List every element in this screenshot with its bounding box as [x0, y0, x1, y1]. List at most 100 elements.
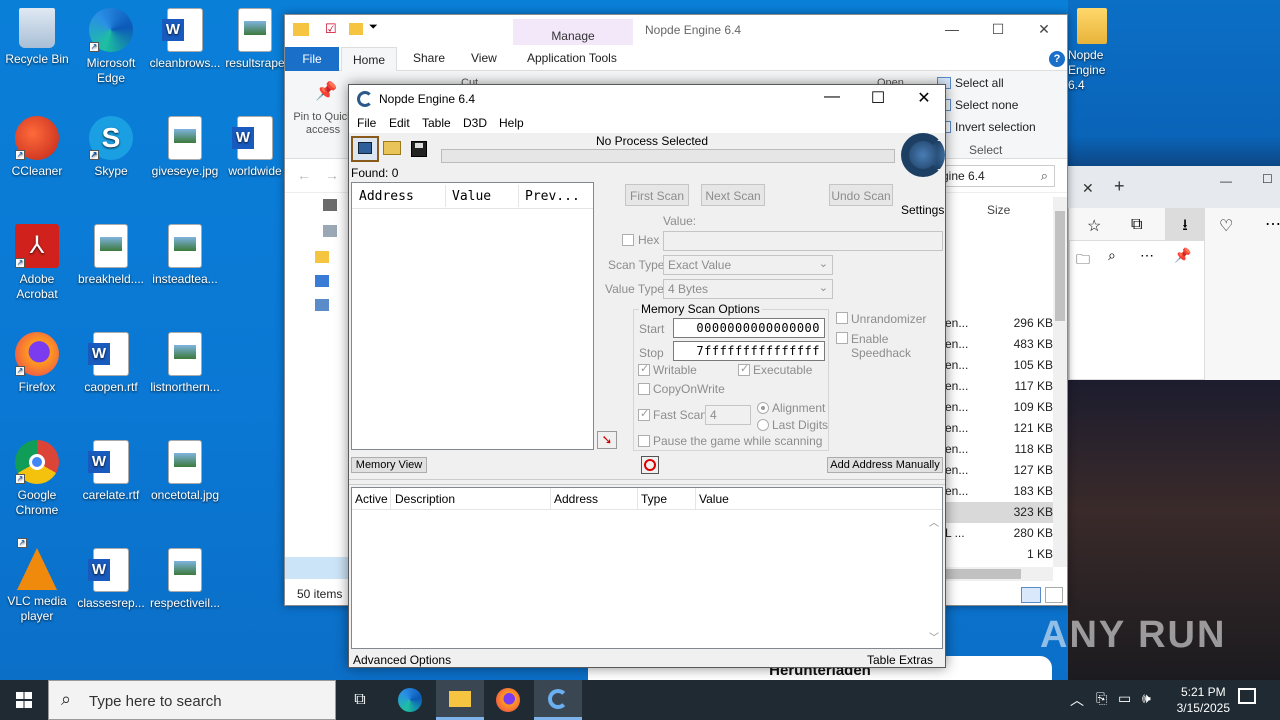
unrandomizer-checkbox[interactable]: [836, 312, 848, 324]
desktop-icon-recycle-bin[interactable]: Recycle Bin: [0, 8, 74, 67]
fast-scan-input[interactable]: 4: [705, 405, 751, 425]
minimize-button[interactable]: —: [929, 21, 975, 37]
desktop-icon-nopde-folder[interactable]: Nopde Engine 6.4: [1062, 8, 1122, 93]
pause-game-checkbox[interactable]: [638, 435, 650, 447]
help-icon[interactable]: ?: [1049, 51, 1065, 67]
minimize-button[interactable]: —: [809, 88, 855, 106]
advanced-options-link[interactable]: Advanced Options: [353, 653, 451, 667]
display-icon[interactable]: ▭: [1118, 690, 1131, 707]
menu-help[interactable]: Help: [499, 116, 524, 130]
add-to-list-button[interactable]: ➘: [597, 431, 617, 449]
file-row[interactable]: en... 109 KB: [945, 397, 1055, 418]
menu-edit[interactable]: Edit: [389, 116, 410, 130]
desktop-icon-ccleaner[interactable]: ↗ CCleaner: [0, 116, 74, 179]
tab-share[interactable]: Share: [413, 51, 445, 65]
tab-view[interactable]: View: [471, 51, 497, 65]
menu-table[interactable]: Table: [422, 116, 451, 130]
desktop-icon-insteadtea[interactable]: insteadtea...: [148, 224, 222, 287]
maximize-icon[interactable]: ☐: [1262, 172, 1273, 186]
select-none-button[interactable]: Select none: [955, 98, 1018, 112]
scrollbar-thumb[interactable]: [1055, 211, 1065, 321]
network-icon[interactable]: ⎘: [1096, 690, 1107, 707]
chevron-up-icon[interactable]: ︿: [1070, 690, 1084, 710]
size-column-header[interactable]: Size: [987, 203, 1010, 217]
details-view-icon[interactable]: [1021, 587, 1041, 603]
save-icon[interactable]: [411, 141, 427, 157]
taskbar-nopde-engine[interactable]: [534, 680, 582, 720]
scroll-down-icon[interactable]: ﹀: [929, 629, 939, 644]
file-row[interactable]: en... 118 KB: [945, 439, 1055, 460]
more-icon[interactable]: ⋯: [1265, 214, 1280, 234]
desktop-icon-edge[interactable]: ↗ Microsoft Edge: [74, 8, 148, 86]
speedhack-checkbox[interactable]: [836, 332, 848, 344]
col-previous[interactable]: Prev...: [525, 189, 580, 204]
hex-checkbox[interactable]: [622, 234, 634, 246]
desktop-icon-respectiveil[interactable]: respectiveil...: [148, 548, 222, 611]
invert-selection-button[interactable]: Invert selection: [955, 120, 1036, 134]
undo-scan-button[interactable]: Undo Scan: [829, 184, 893, 206]
vertical-scrollbar[interactable]: [1053, 197, 1067, 567]
desktop-icon-google-chrome[interactable]: ↗ Google Chrome: [0, 440, 74, 518]
stop-address-input[interactable]: 7fffffffffffffff: [673, 341, 825, 361]
col-value[interactable]: Value: [699, 492, 729, 506]
horizontal-scrollbar[interactable]: [945, 567, 1053, 581]
new-tab-icon[interactable]: +: [1114, 176, 1125, 197]
chevron-down-icon[interactable]: ⏷: [369, 21, 378, 34]
found-list[interactable]: Address Value Prev...: [351, 182, 594, 450]
col-address[interactable]: Address: [359, 189, 414, 204]
desktop-icon-caopen[interactable]: W caopen.rtf: [74, 332, 148, 395]
desktop-icon-skype[interactable]: S ↗ Skype: [74, 116, 148, 179]
close-button[interactable]: ✕: [901, 88, 947, 108]
col-active[interactable]: Active: [355, 492, 388, 506]
ce-logo[interactable]: Settings: [899, 133, 945, 217]
file-row[interactable]: en... 105 KB: [945, 355, 1055, 376]
pin-icon[interactable]: 📌: [315, 81, 337, 102]
next-scan-button[interactable]: Next Scan: [701, 184, 765, 206]
file-row[interactable]: en... 121 KB: [945, 418, 1055, 439]
memory-view-button[interactable]: Memory View: [351, 457, 427, 473]
large-icons-view-icon[interactable]: [1045, 587, 1063, 603]
desktop-icon-resultsrape[interactable]: resultsrape: [222, 8, 288, 71]
close-button[interactable]: ✕: [1021, 21, 1067, 38]
executable-checkbox[interactable]: [738, 362, 750, 376]
add-address-manually-button[interactable]: Add Address Manually: [827, 457, 943, 473]
desktop-icon-adobe-acrobat[interactable]: ⅄ ↗ Adobe Acrobat: [0, 224, 74, 302]
file-row[interactable]: 323 KB: [945, 502, 1055, 523]
notification-icon[interactable]: [1238, 688, 1256, 704]
minimize-icon[interactable]: —: [1220, 174, 1232, 188]
col-type[interactable]: Type: [641, 492, 667, 506]
taskbar-firefox[interactable]: [484, 680, 532, 720]
desktop-icon-breakheld[interactable]: breakheld....: [74, 224, 148, 287]
stop-icon[interactable]: [641, 456, 659, 474]
desktop-icon-carelate[interactable]: W carelate.rtf: [74, 440, 148, 503]
pin-icon[interactable]: 📌: [1174, 247, 1191, 264]
task-view-button[interactable]: ⧉: [336, 680, 384, 720]
desktop-icon-cleanbrows[interactable]: W cleanbrows...: [148, 8, 222, 71]
desktop-icon-vlc[interactable]: ↗ VLC media player: [0, 538, 74, 624]
settings-label[interactable]: Settings: [901, 203, 944, 217]
forward-icon[interactable]: →: [325, 167, 339, 183]
folder-selected-row[interactable]: [285, 557, 351, 579]
copyonwrite-checkbox[interactable]: [638, 383, 650, 395]
search-box[interactable]: gine 6.4 ⌕: [937, 165, 1055, 187]
open-process-button[interactable]: [351, 136, 379, 162]
last-digits-radio[interactable]: [757, 419, 769, 431]
maximize-button[interactable]: ☐: [975, 21, 1021, 38]
taskbar-file-explorer[interactable]: [436, 680, 484, 720]
desktop-icon-giveseye[interactable]: giveseye.jpg: [148, 116, 222, 179]
more-icon[interactable]: ⋯: [1140, 247, 1154, 264]
file-row[interactable]: en... 296 KB: [945, 313, 1055, 334]
col-description[interactable]: Description: [395, 492, 455, 506]
desktop-icon-worldwide[interactable]: W worldwide: [222, 116, 288, 179]
start-address-input[interactable]: 0000000000000000: [673, 318, 825, 338]
taskbar-search[interactable]: ⌕ Type here to search: [48, 680, 336, 720]
menu-d3d[interactable]: D3D: [463, 116, 487, 130]
desktop-icon-classesrep[interactable]: W classesrep...: [74, 548, 148, 611]
favorite-icon[interactable]: ☆: [1087, 216, 1101, 236]
desktop-icon-firefox[interactable]: ↗ Firefox: [0, 332, 74, 395]
file-row[interactable]: en... 483 KB: [945, 334, 1055, 355]
col-address[interactable]: Address: [554, 492, 598, 506]
splitter[interactable]: [349, 479, 945, 485]
col-value[interactable]: Value: [452, 189, 491, 204]
desktop-icon-listnorthern[interactable]: listnorthern...: [148, 332, 222, 395]
